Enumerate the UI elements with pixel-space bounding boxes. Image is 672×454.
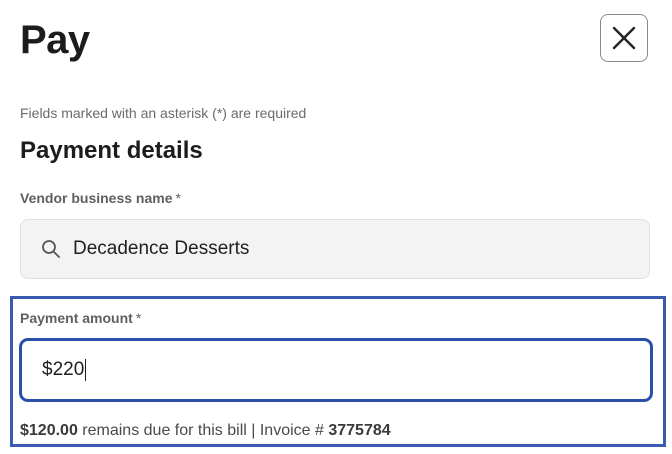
close-icon xyxy=(612,26,636,50)
required-asterisk: * xyxy=(135,310,142,326)
vendor-name-label: Vendor business name * xyxy=(20,190,181,206)
vendor-name-label-text: Vendor business name xyxy=(20,190,173,206)
search-icon xyxy=(42,240,60,258)
payment-amount-label: Payment amount * xyxy=(20,310,141,326)
invoice-number: 3775784 xyxy=(328,422,391,439)
vendor-name-value: Decadence Desserts xyxy=(73,238,250,259)
remaining-amount: $120.00 xyxy=(20,422,78,439)
dialog-title: Pay xyxy=(20,18,90,62)
pay-dialog: Pay Fields marked with an asterisk (*) a… xyxy=(0,0,672,454)
remaining-text: remains due for this bill | Invoice # xyxy=(82,422,324,439)
required-fields-note: Fields marked with an asterisk (*) are r… xyxy=(20,105,307,121)
required-asterisk: * xyxy=(175,190,181,206)
text-caret xyxy=(85,359,87,381)
vendor-name-field[interactable]: Decadence Desserts xyxy=(20,219,650,279)
payment-amount-label-text: Payment amount xyxy=(20,310,133,326)
payment-details-heading: Payment details xyxy=(20,137,203,164)
balance-due-info: $120.00 remains due for this bill | Invo… xyxy=(20,422,391,440)
payment-amount-input[interactable]: $220 xyxy=(20,339,652,401)
payment-amount-value: $220 xyxy=(42,359,85,380)
close-button[interactable] xyxy=(600,14,648,62)
